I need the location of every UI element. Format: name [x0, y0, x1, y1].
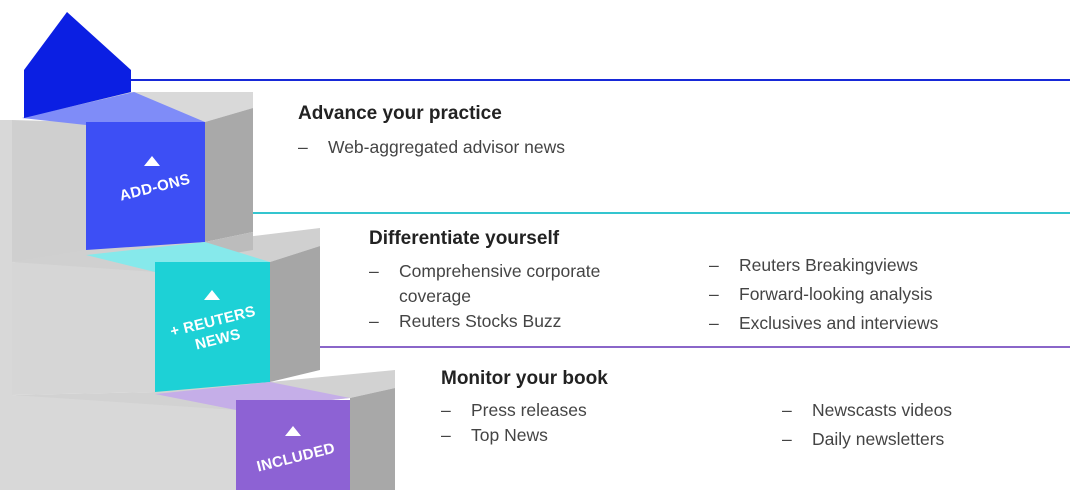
reuters-tier-title: Differentiate yourself — [369, 228, 560, 249]
stair-middle-front-left — [12, 262, 155, 395]
stair-top-right-face — [205, 108, 253, 242]
stair-back-wall — [0, 120, 12, 490]
reuters-list-col1: Comprehensive corporate coverage Reuters… — [369, 259, 669, 334]
addons-tier-title: Advance your practice — [298, 103, 502, 124]
list-item: Web-aggregated advisor news — [298, 135, 698, 160]
list-item: Daily newsletters — [782, 427, 1042, 452]
addons-list: Web-aggregated advisor news — [298, 135, 698, 160]
stair-top-front-left — [12, 120, 86, 262]
included-list-col2: Newscasts videos Daily newsletters — [782, 398, 1042, 452]
stair-middle-right-face — [270, 246, 320, 382]
included-list-col1: Press releases Top News — [441, 398, 741, 448]
stair-bottom-front-left — [12, 395, 236, 490]
staircase-illustration: ADD-ONS + REUTERS NEWS INCLUDED — [0, 12, 395, 490]
reuters-divider — [253, 212, 1070, 214]
list-item: Reuters Stocks Buzz — [369, 309, 669, 334]
list-item: Reuters Breakingviews — [709, 253, 1029, 278]
list-item: Comprehensive corporate coverage — [369, 259, 649, 309]
list-item: Exclusives and interviews — [709, 311, 1029, 336]
addons-divider — [131, 79, 1070, 81]
stair-bottom-right-face — [350, 388, 395, 490]
list-item: Forward-looking analysis — [709, 282, 1029, 307]
list-item: Top News — [441, 423, 741, 448]
list-item: Press releases — [441, 398, 741, 423]
list-item: Newscasts videos — [782, 398, 1042, 423]
included-divider — [320, 346, 1070, 348]
included-tier-title: Monitor your book — [441, 368, 608, 389]
reuters-list-col2: Reuters Breakingviews Forward-looking an… — [709, 253, 1029, 336]
